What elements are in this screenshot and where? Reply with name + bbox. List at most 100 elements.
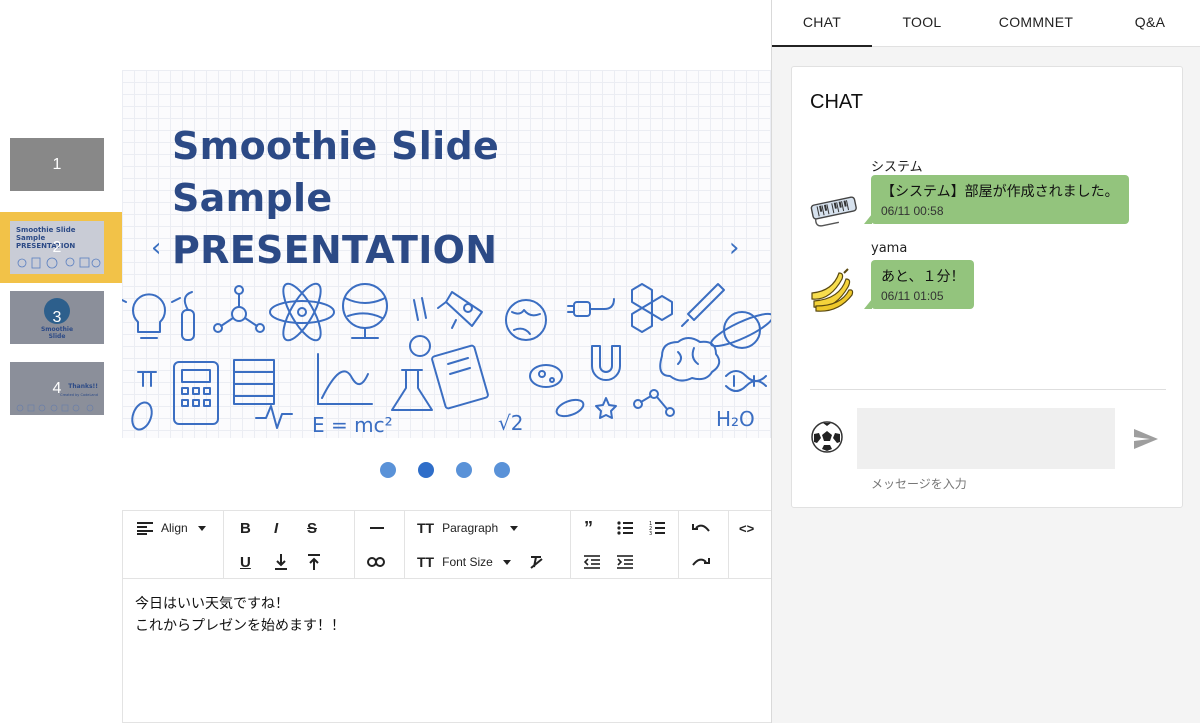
bullet-list-icon: [617, 521, 633, 535]
strikethrough-icon: S: [307, 519, 318, 537]
link-icon: [367, 557, 385, 567]
slide-title-line-2: Sample: [172, 176, 333, 220]
svg-text:3: 3: [649, 531, 652, 535]
subscript-button[interactable]: [274, 549, 288, 575]
undo-icon: [692, 524, 710, 532]
text-size-icon: TT: [417, 520, 435, 536]
tab-tool[interactable]: TOOL: [872, 0, 972, 47]
redo-button[interactable]: [692, 549, 710, 575]
editor-toolbar: Align B I S U TT Paragraph TT Font Size …: [123, 511, 771, 579]
slide-title-line-3: PRESENTATION: [172, 228, 498, 272]
slide-thumbnail-1[interactable]: 1: [10, 138, 104, 191]
italic-icon: I: [274, 519, 279, 537]
message-input[interactable]: [857, 408, 1115, 469]
bold-button[interactable]: B: [240, 515, 251, 541]
message-text: 【システム】部屋が作成されました。: [881, 184, 1119, 200]
thumbnail-number: 2: [52, 238, 62, 256]
link-button[interactable]: [367, 549, 385, 575]
message-time: 06/11 00:58: [881, 204, 944, 218]
page-dot-1[interactable]: [380, 462, 396, 478]
message-bubble: あと、１分！ 06/11 01:05: [863, 260, 975, 309]
next-slide-button[interactable]: ›: [729, 235, 739, 261]
font-size-icon: TT: [417, 554, 435, 570]
thumbnail-2-wrapper: Smoothie Slide Sample PRESENTATION 2: [0, 212, 122, 283]
soccer-ball-icon: [811, 421, 843, 453]
thumbnail-3-wrapper: Smoothie Slide 3: [0, 291, 122, 362]
page-dot-4[interactable]: [494, 462, 510, 478]
slide-thumbnail-3[interactable]: Smoothie Slide 3: [10, 291, 104, 344]
message-bubble: 【システム】部屋が作成されました。 06/11 00:58: [864, 175, 1129, 224]
slide-doodle-label-pi: π: [138, 381, 139, 383]
toolbar-group-insert: [355, 511, 405, 579]
message-input-hint: メッセージを入力: [871, 477, 967, 491]
paragraph-label: Paragraph: [442, 521, 499, 535]
banana-icon: [811, 268, 854, 312]
slide-canvas: Smoothie Slide Sample PRESENTATION E = m…: [122, 70, 771, 438]
slide-thumbnail-4[interactable]: Thanks!! Created by CodeLand 4: [10, 362, 104, 415]
redo-icon: [692, 558, 710, 566]
horizontal-rule-icon: [370, 527, 384, 529]
message-text: あと、１分！: [881, 269, 965, 285]
italic-button[interactable]: I: [274, 515, 278, 541]
thumbnail-number: 4: [52, 379, 62, 397]
chat-card: CHAT システム 【システム】部屋が作成されました。 06/11 00:58: [791, 66, 1183, 508]
bold-icon: B: [240, 519, 251, 537]
numbered-list-button[interactable]: 123: [649, 515, 665, 541]
slide-thumbnail-2[interactable]: Smoothie Slide Sample PRESENTATION 2: [10, 221, 104, 274]
outdent-button[interactable]: [584, 549, 600, 575]
toolbar-group-align: Align: [123, 511, 224, 579]
message-time: 06/11 01:05: [881, 289, 944, 303]
align-label: Align: [161, 521, 188, 535]
thumbnail-3-title-line-1: Smoothie: [41, 326, 73, 333]
toolbar-group-format: TT Paragraph TT Font Size: [405, 511, 571, 579]
send-icon[interactable]: [1132, 425, 1160, 453]
science-doodles-illustration: E = mc² √2 H₂O π: [122, 282, 771, 437]
toolbar-group-lists: ” 123: [571, 511, 679, 579]
code-view-button[interactable]: <>: [739, 515, 754, 541]
message-sender: yama: [871, 241, 908, 256]
slide-pagination: [380, 462, 510, 478]
underline-icon: U: [240, 553, 251, 571]
code-icon: <>: [739, 520, 755, 536]
text-editor: Align B I S U TT Paragraph TT Font Size …: [122, 510, 771, 723]
tab-qa[interactable]: Q&A: [1100, 0, 1200, 47]
horizontal-rule-button[interactable]: [370, 515, 384, 541]
chat-divider: [810, 389, 1166, 390]
superscript-button[interactable]: [307, 549, 321, 575]
editor-line-2: これからプレゼンを始めます！！: [135, 618, 345, 634]
font-size-dropdown[interactable]: TT Font Size: [417, 549, 511, 575]
slide-doodle-label-emc2: E = mc²: [312, 413, 393, 437]
slide-title: Smoothie Slide Sample PRESENTATION: [172, 120, 499, 276]
font-size-label: Font Size: [442, 555, 493, 569]
clear-format-button[interactable]: [529, 549, 543, 575]
page-dot-3[interactable]: [456, 462, 472, 478]
undo-button[interactable]: [692, 515, 710, 541]
chevron-down-icon: [510, 525, 519, 531]
underline-button[interactable]: U: [240, 549, 251, 575]
thumbnail-4-wrapper: Thanks!! Created by CodeLand 4: [0, 362, 122, 433]
paragraph-dropdown[interactable]: TT Paragraph: [417, 515, 519, 541]
strikethrough-button[interactable]: S: [307, 515, 317, 541]
slide-editor-area: 1 Smoothie Slide Sample PRESENTATION 2 S…: [0, 0, 771, 723]
chat-title: CHAT: [810, 91, 863, 113]
indent-icon: [617, 555, 633, 569]
bullet-list-button[interactable]: [617, 515, 633, 541]
superscript-icon: [308, 554, 320, 570]
slide-thumbnail-list: 1 Smoothie Slide Sample PRESENTATION 2 S…: [0, 0, 122, 723]
toolbar-group-history: [679, 511, 729, 579]
chevron-down-icon: [197, 525, 206, 531]
blockquote-button[interactable]: ”: [584, 515, 593, 541]
editor-content[interactable]: 今日はいい天気ですね！ これからプレゼンを始めます！！: [123, 579, 771, 651]
keyboard-icon: [810, 196, 857, 227]
prev-slide-button[interactable]: ‹: [151, 235, 161, 261]
align-dropdown[interactable]: Align: [137, 515, 206, 541]
page-dot-2[interactable]: [418, 462, 434, 478]
thumbnail-3-title-line-2: Slide: [49, 333, 66, 340]
message-sender: システム: [871, 160, 923, 175]
tab-chat[interactable]: CHAT: [772, 0, 872, 47]
numbered-list-icon: 123: [649, 521, 665, 535]
subscript-icon: [275, 554, 287, 570]
outdent-icon: [584, 555, 600, 569]
tab-comment[interactable]: COMMNET: [972, 0, 1100, 47]
indent-button[interactable]: [617, 549, 633, 575]
